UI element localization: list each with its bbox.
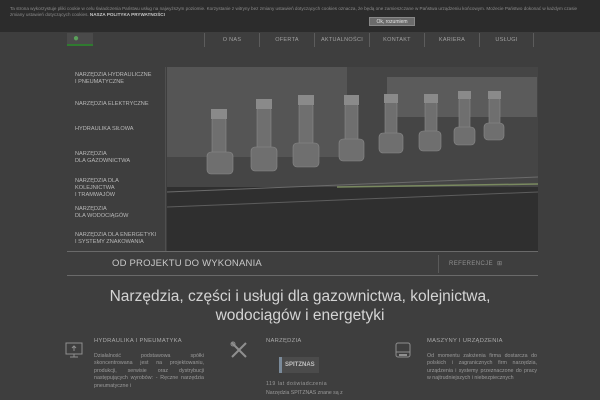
- nav-item-kontakt[interactable]: KONTAKT: [369, 33, 424, 47]
- menu-item-label: NARZĘDZIA: [75, 206, 107, 212]
- menu-item-railway[interactable]: NARZĘDZIA DLA KOLEJNICTWA I TRAMWAJÓW: [67, 178, 159, 199]
- menu-item-label: NARZĘDZIA HYDRAULICZNE: [75, 72, 152, 78]
- menu-item-energy[interactable]: NARZĘDZIA DLA ENERGETYKI I SYSTEMY ZNAKO…: [67, 232, 159, 246]
- column-text: Działalność podstawowa spółki skoncentro…: [94, 353, 204, 389]
- column-body: Od momentu założenia firma dostarcza do …: [427, 353, 537, 383]
- menu-item-label: I PNEUMATYCZNE: [75, 79, 124, 85]
- hero-image: [167, 67, 538, 251]
- feature-column-hydraulics: HYDRAULIKA I PNEUMATYKA: [94, 338, 204, 344]
- references-link[interactable]: REFERENCJE ⊞: [449, 260, 502, 267]
- column-body: Działalność podstawowa spółki skoncentro…: [94, 353, 204, 390]
- logo-mark-icon: ●: [73, 33, 80, 44]
- spitznas-logo: SPITZNAS: [279, 357, 319, 373]
- nav-item-uslugi[interactable]: USŁUGI: [479, 33, 534, 47]
- hero-illustration: [167, 67, 538, 251]
- menu-item-electric[interactable]: NARZĘDZIA ELEKTRYCZNE: [67, 101, 159, 108]
- divider: [438, 255, 439, 273]
- menu-item-hydraulic-pneumatic[interactable]: NARZĘDZIA HYDRAULICZNE I PNEUMATYCZNE: [67, 72, 159, 86]
- cookie-bar: Ta strona wykorzystuje pliki cookie w ce…: [0, 0, 600, 32]
- menu-item-label: DLA GAZOWNICTWA: [75, 158, 131, 164]
- top-navigation: O NAS OFERTA AKTUALNOŚCI KONTAKT KARIERA…: [204, 33, 534, 47]
- menu-item-label: HYDRAULIKA SIŁOWA: [75, 126, 134, 132]
- column-title[interactable]: MASZYNY I URZĄDZENIA: [427, 338, 537, 344]
- cookie-accept-button[interactable]: Ok, rozumiem: [369, 17, 415, 26]
- nav-item-o-nas[interactable]: O NAS: [204, 33, 259, 47]
- tools-icon: [229, 340, 249, 365]
- menu-item-waterworks[interactable]: NARZĘDZIA DLA WODOCIĄGÓW: [67, 206, 159, 220]
- page-headline: Narzędzia, części i usługi dla gazownict…: [90, 287, 510, 325]
- headline-line: Narzędzia, części i usługi dla gazownict…: [109, 288, 491, 305]
- column-text: Narzędzia SPITZNAS znane są z: [266, 390, 343, 396]
- feature-column-tools: NARZĘDZIA: [266, 338, 376, 344]
- cookie-text: Ta strona wykorzystuje pliki cookie w ce…: [10, 6, 586, 18]
- grid-icon: ⊞: [497, 261, 503, 267]
- menu-item-label: NARZĘDZIA DLA KOLEJNICTWA: [75, 178, 119, 191]
- nav-item-kariera[interactable]: KARIERA: [424, 33, 479, 47]
- headline-line: wodociągów i energetyki: [215, 307, 385, 324]
- menu-item-label: NARZĘDZIA ELEKTRYCZNE: [75, 101, 149, 107]
- column-title[interactable]: NARZĘDZIA: [266, 338, 376, 344]
- privacy-policy-link[interactable]: NASZA POLITYKA PRYWATNOŚCI: [90, 12, 165, 17]
- category-menu: NARZĘDZIA HYDRAULICZNE I PNEUMATYCZNE NA…: [67, 67, 166, 252]
- menu-item-gas[interactable]: NARZĘDZIA DLA GAZOWNICTWA: [67, 151, 159, 165]
- machine-icon: [393, 340, 413, 365]
- logo[interactable]: ●: [67, 33, 93, 46]
- nav-item-oferta[interactable]: OFERTA: [259, 33, 314, 47]
- nav-item-aktualnosci[interactable]: AKTUALNOŚCI: [314, 33, 369, 47]
- divider: [67, 275, 538, 276]
- menu-item-label: I TRAMWAJÓW: [75, 192, 116, 198]
- menu-item-label: DLA WODOCIĄGÓW: [75, 213, 129, 219]
- divider: [67, 251, 538, 252]
- monitor-icon: [64, 340, 84, 365]
- menu-item-power-hydraulics[interactable]: HYDRAULIKA SIŁOWA: [67, 126, 159, 133]
- menu-item-label: NARZĘDZIA DLA ENERGETYKI: [75, 232, 157, 238]
- menu-item-label: NARZĘDZIA: [75, 151, 107, 157]
- feature-column-machines: MASZYNY I URZĄDZENIA: [427, 338, 537, 344]
- references-label: REFERENCJE: [449, 261, 494, 267]
- column-text: Od momentu założenia firma dostarcza do …: [427, 353, 537, 382]
- experience-text: 119 lat doświadczenia: [266, 381, 328, 387]
- tagline: OD PROJEKTU DO WYKONANIA: [112, 258, 262, 269]
- menu-item-label: I SYSTEMY ZNAKOWANIA: [75, 239, 144, 245]
- column-title[interactable]: HYDRAULIKA I PNEUMATYKA: [94, 338, 204, 344]
